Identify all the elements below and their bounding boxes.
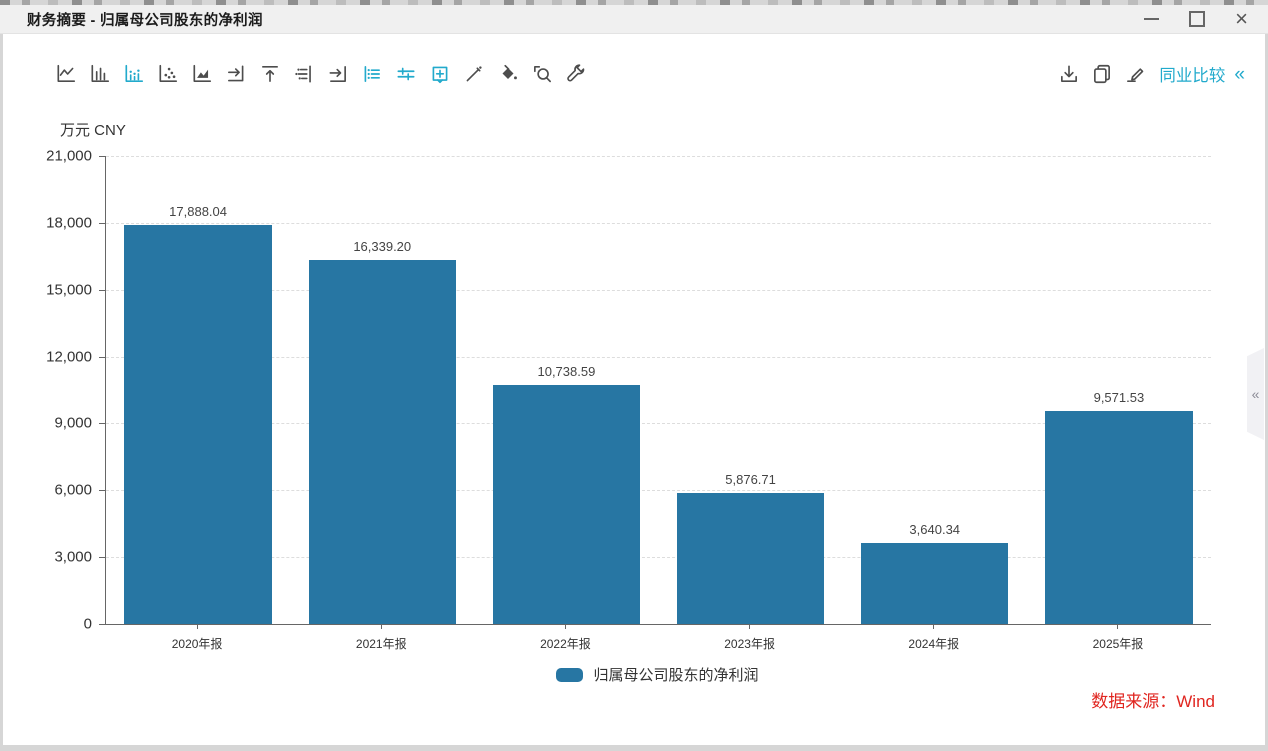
x-axis-label: 2023年报 [658,635,842,652]
window-title: 财务摘要 - 归属母公司股东的净利润 [27,9,263,30]
x-axis-cell: 2023年报 [658,624,842,652]
bar-2023年报[interactable] [677,493,824,624]
fill-color-icon[interactable] [491,58,525,90]
y-axis-tick [99,156,105,157]
shift-right-icon[interactable] [219,58,253,90]
y-axis-tick [99,357,105,358]
bar-value-label: 17,888.04 [106,204,290,219]
y-axis-tick [99,557,105,558]
bar-value-label: 3,640.34 [843,522,1027,537]
gridline [106,357,1211,358]
y-axis-label: 21,000 [4,148,92,165]
window-controls: × [1144,11,1248,27]
bar-2021年报[interactable] [309,260,456,624]
bar-2020年报[interactable] [124,225,271,624]
copy-icon[interactable] [1085,58,1118,90]
maximize-button[interactable] [1189,11,1205,27]
x-axis-cell: 2020年报 [105,624,289,652]
y-axis-label: 3,000 [4,549,92,566]
shift-end-icon[interactable] [321,58,355,90]
y-axis-label: 0 [4,616,92,633]
y-axis-label: 15,000 [4,281,92,298]
x-axis-tick [933,624,934,629]
legend-swatch [556,668,583,682]
title-bar: 财务摘要 - 归属母公司股东的净利润 × [0,5,1268,34]
data-source-note: 数据来源：Wind [1091,687,1215,712]
y-axis-tick [99,290,105,291]
x-axis-label: 2022年报 [473,635,657,652]
side-panel-expand-handle[interactable]: « [1247,348,1264,440]
shift-top-icon[interactable] [253,58,287,90]
line-chart-icon[interactable] [49,58,83,90]
legend-list-icon[interactable] [355,58,389,90]
x-axis-label: 2024年报 [842,635,1026,652]
scatter-chart-icon[interactable] [151,58,185,90]
y-axis-label: 9,000 [4,415,92,432]
bar-value-label: 9,571.53 [1027,390,1211,405]
bar-value-label: 5,876.71 [659,472,843,487]
x-axis-label: 2020年报 [105,635,289,652]
y-axis-unit-label: 万元 CNY [60,119,126,140]
x-axis: 2020年报2021年报2022年报2023年报2024年报2025年报 [105,624,1210,652]
gridline [106,223,1211,224]
download-icon[interactable] [1052,58,1085,90]
y-axis-label: 6,000 [4,482,92,499]
x-axis-tick [749,624,750,629]
x-axis-cell: 2021年报 [289,624,473,652]
chart-legend[interactable]: 归属母公司股东的净利润 [105,664,1210,685]
bar-chart-icon[interactable] [83,58,117,90]
y-axis-tick [99,423,105,424]
x-axis-label: 2021年报 [289,635,473,652]
bar-2024年报[interactable] [861,543,1008,624]
area-chart-icon[interactable] [185,58,219,90]
axis-label-settings-icon[interactable] [287,58,321,90]
bar-2025年报[interactable] [1045,411,1192,624]
close-button[interactable]: × [1235,12,1248,26]
x-axis-cell: 2024年报 [842,624,1026,652]
bar-dot-chart-icon[interactable] [117,58,151,90]
x-axis-tick [565,624,566,629]
axis-ticks-icon[interactable] [389,58,423,90]
zoom-area-icon[interactable] [525,58,559,90]
draw-line-icon[interactable] [457,58,491,90]
y-axis-label: 18,000 [4,214,92,231]
y-axis-label: 12,000 [4,348,92,365]
window-content: 同业比较 « 万元 CNY 21,00018,00015,00012,0009,… [3,34,1265,745]
chart-toolbar: 同业比较 « [49,56,1245,92]
y-axis-tick [99,223,105,224]
x-axis-tick [1117,624,1118,629]
edit-icon[interactable] [1118,58,1151,90]
x-axis-cell: 2022年报 [473,624,657,652]
x-axis-tick [197,624,198,629]
toolbar-right-group: 同业比较 « [1052,58,1245,90]
legend-label: 归属母公司股东的净利润 [593,664,758,685]
y-axis-tick [99,490,105,491]
gridline [106,290,1211,291]
bar-value-label: 16,339.20 [290,239,474,254]
peer-comparison-button[interactable]: 同业比较 [1159,62,1225,86]
settings-wrench-icon[interactable] [559,58,593,90]
gridline [106,156,1211,157]
toolbar-left-group [49,58,593,90]
x-axis-label: 2025年报 [1026,635,1210,652]
add-box-icon[interactable] [423,58,457,90]
minimize-button[interactable] [1144,18,1159,20]
x-axis-cell: 2025年报 [1026,624,1210,652]
bar-2022年报[interactable] [493,385,640,624]
toolbar-collapse-chevron-icon[interactable]: « [1234,65,1245,84]
expand-chevron-icon: « [1252,386,1260,402]
bar-value-label: 10,738.59 [474,364,658,379]
x-axis-tick [381,624,382,629]
toolbar-right-icons [1052,58,1151,90]
bar-chart-plot-area: 21,00018,00015,00012,0009,0006,0003,0000… [105,156,1211,625]
